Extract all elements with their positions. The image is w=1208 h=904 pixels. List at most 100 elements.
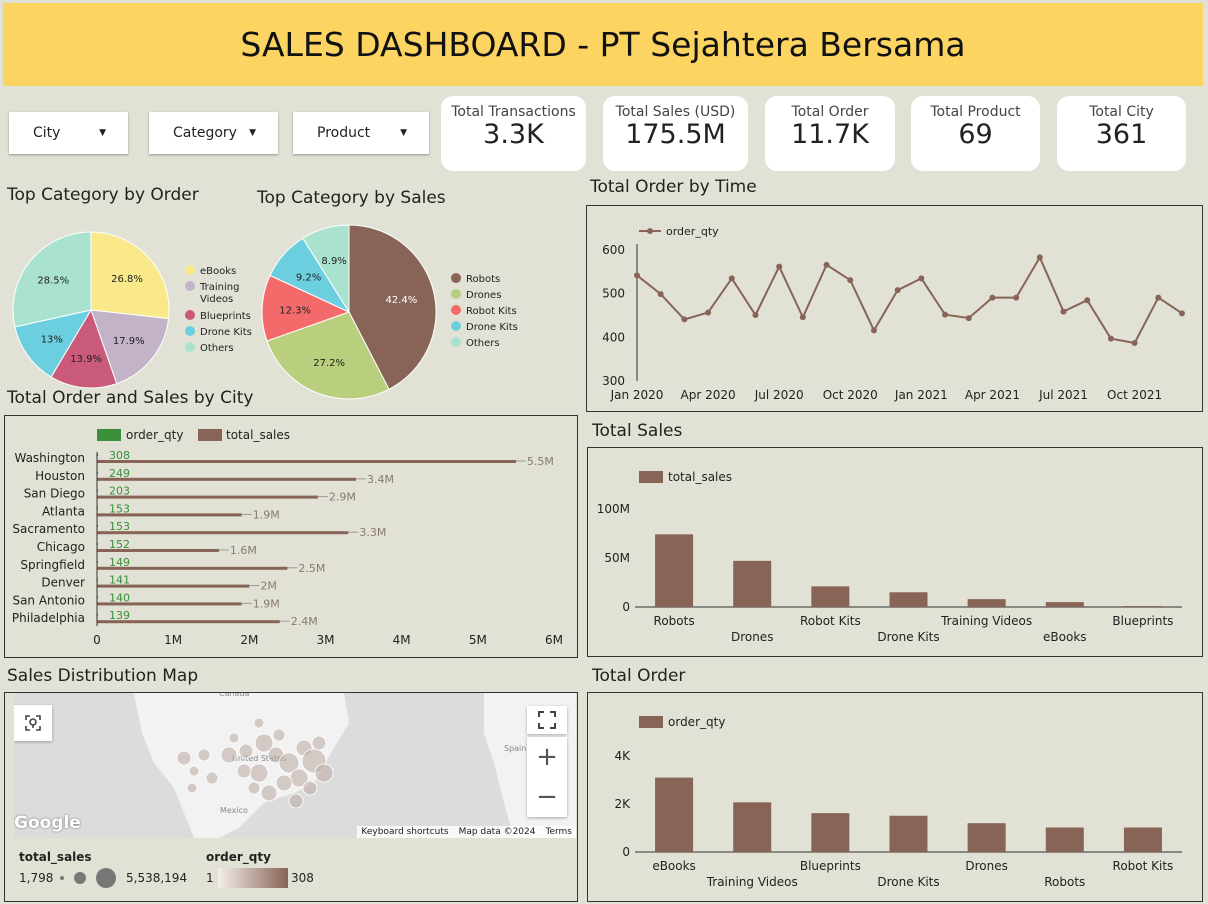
sales-value-label: 1.9M	[253, 508, 280, 521]
legend-swatch	[97, 429, 121, 441]
legend-swatch	[639, 716, 663, 728]
map-marker	[188, 765, 200, 777]
data-point	[776, 263, 783, 270]
x-tick-label: Blueprints	[800, 859, 861, 873]
order-value-label: 153	[109, 520, 130, 533]
y-tick-label: 600	[602, 243, 625, 257]
category-label: San Antonio	[12, 593, 85, 607]
legend-swatch	[185, 310, 195, 320]
kpi-total-city: Total City 361	[1057, 96, 1186, 171]
legend-order-min: 1	[206, 871, 214, 885]
product-filter[interactable]: Product ▼	[293, 112, 429, 154]
bar	[967, 599, 1006, 607]
chevron-down-icon: ▼	[249, 128, 256, 138]
bar	[1123, 827, 1162, 852]
x-tick-label: eBooks	[652, 859, 696, 873]
location-button[interactable]	[14, 705, 52, 741]
zoom-out-icon[interactable]: −	[527, 777, 567, 817]
x-tick-label: Drones	[731, 630, 774, 644]
legend-swatch	[451, 305, 461, 315]
kpi-value: 361	[1095, 119, 1148, 150]
city-bar-chart: order_qty total_sales Washington 5.5M 308 Hou…	[12, 428, 563, 647]
legend-swatch	[185, 326, 195, 336]
city-filter[interactable]: City ▼	[9, 112, 128, 154]
map-label-mexico: Mexico	[220, 806, 248, 815]
series-line	[636, 255, 1183, 345]
order-value-label: 141	[109, 574, 130, 587]
data-point	[847, 277, 854, 284]
legend-label: Robot Kits	[466, 306, 517, 317]
zoom-controls: + −	[527, 737, 567, 817]
locate-icon	[25, 715, 41, 731]
total-order-title: Total Order	[592, 666, 686, 686]
zoom-in-icon[interactable]: +	[527, 737, 567, 777]
bar	[811, 586, 850, 607]
google-logo: Google	[14, 813, 81, 833]
data-point	[1084, 297, 1091, 304]
kpi-title: Total City	[1089, 104, 1154, 120]
pie-slice-label: 17.9%	[113, 336, 145, 347]
data-point	[1060, 308, 1067, 315]
legend-swatch	[451, 337, 461, 347]
kpi-title: Total Order	[791, 104, 869, 120]
x-tick-label: 2M	[240, 633, 258, 647]
category-label: Atlanta	[42, 504, 85, 518]
legend-label: order_qty	[668, 715, 725, 729]
x-tick-label: Training Videos	[706, 875, 798, 889]
kpi-total-sales: Total Sales (USD) 175.5M	[603, 96, 748, 171]
y-tick-label: 500	[602, 287, 625, 301]
x-tick-label: 3M	[317, 633, 335, 647]
x-tick-label: Drone Kits	[877, 875, 939, 889]
keyboard-shortcuts-link[interactable]: Keyboard shortcuts	[361, 827, 448, 837]
kpi-value: 69	[958, 119, 993, 150]
category-label: Denver	[41, 576, 85, 590]
bar	[733, 560, 772, 607]
order-value-label: 139	[109, 609, 130, 622]
sales-value-label: 2.4M	[291, 615, 318, 628]
legend-size-circles	[60, 868, 116, 888]
bar	[733, 802, 772, 852]
order-value-label: 308	[109, 449, 130, 462]
map-title: Sales Distribution Map	[7, 666, 199, 686]
x-tick-label: Jan 2021	[894, 388, 948, 402]
x-tick-label: Robot Kits	[800, 614, 861, 628]
x-tick-label: 6M	[545, 633, 563, 647]
kpi-title: Total Sales (USD)	[615, 104, 736, 120]
legend-swatch	[451, 321, 461, 331]
order-value-label: 140	[109, 591, 130, 604]
sales-value-label: 3.3M	[359, 526, 386, 539]
x-tick-label: Apr 2020	[681, 388, 736, 402]
map-marker	[247, 781, 261, 795]
bar	[811, 813, 850, 852]
legend-label: Drone Kits	[200, 327, 252, 338]
x-tick-label: 0	[93, 633, 101, 647]
x-tick-label: eBooks	[1043, 630, 1087, 644]
sales-bar	[97, 477, 356, 481]
map-data-text: Map data ©2024	[458, 827, 536, 837]
page-title: SALES DASHBOARD - PT Sejahtera Bersama	[240, 25, 966, 64]
sales-value-label: 1.6M	[230, 544, 257, 557]
data-point	[1131, 340, 1138, 347]
bar	[1045, 602, 1084, 607]
bar	[889, 815, 928, 852]
map-marker	[228, 732, 240, 744]
kpi-value: 175.5M	[625, 119, 726, 150]
x-tick-label: Apr 2021	[965, 388, 1020, 402]
sales-value-label: 1.9M	[253, 597, 280, 610]
sales-bar	[97, 495, 318, 499]
legend-swatch	[185, 265, 195, 275]
bar	[889, 592, 928, 607]
category-filter[interactable]: Category ▼	[149, 112, 278, 154]
terms-link[interactable]: Terms	[545, 827, 572, 837]
order-value-label: 203	[109, 485, 130, 498]
y-tick-label: 0	[622, 600, 630, 614]
pie-sales-title: Top Category by Sales	[257, 188, 446, 208]
kpi-total-transactions: Total Transactions 3.3K	[441, 96, 586, 171]
legend-swatch	[198, 429, 222, 441]
legend-label: order_qty	[666, 225, 719, 238]
kpi-title: Total Transactions	[451, 104, 576, 120]
sales-map[interactable]: Canada United States Mexico Spain + − Googl…	[14, 693, 576, 838]
bar	[967, 823, 1006, 852]
product-filter-label: Product	[317, 125, 371, 141]
fullscreen-button[interactable]	[527, 706, 567, 734]
